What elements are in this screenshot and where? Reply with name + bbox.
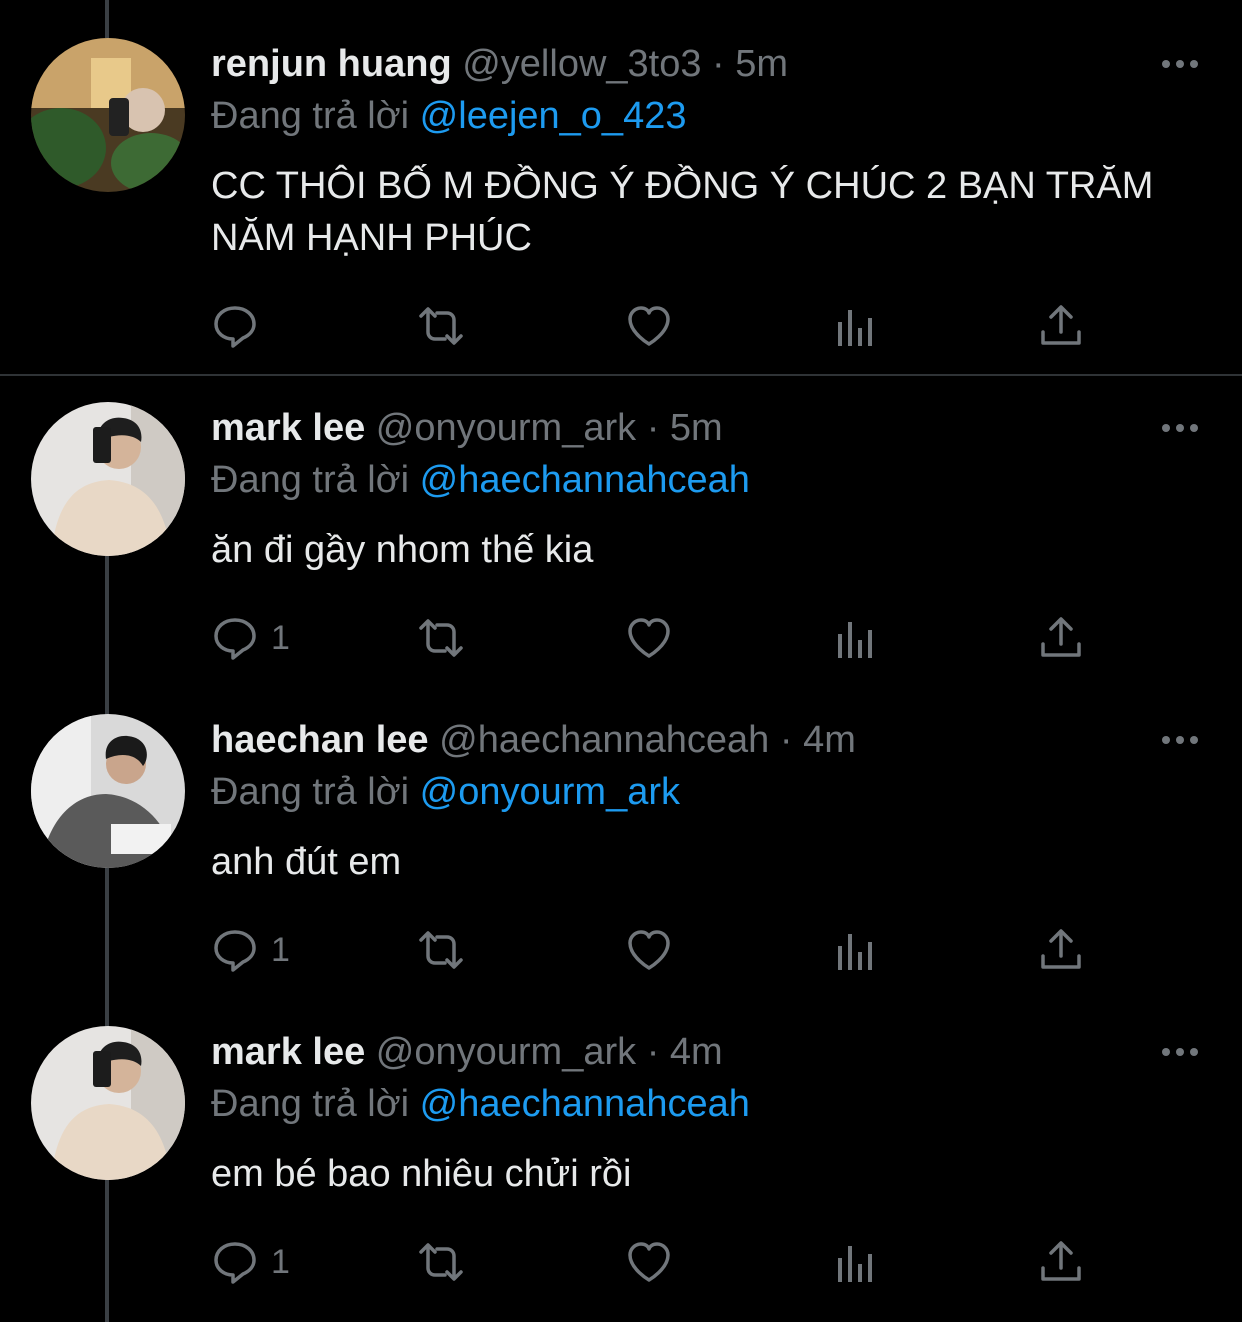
views-button[interactable] <box>832 614 880 662</box>
mention-link[interactable]: @haechannahceah <box>420 1083 750 1125</box>
views-button[interactable] <box>832 302 880 350</box>
replying-to: Đang trả lời @leejen_o_423 <box>211 90 686 142</box>
separator: · <box>779 719 793 761</box>
timestamp[interactable]: 4m <box>670 1031 723 1073</box>
more-horizontal-icon[interactable] <box>1160 420 1200 436</box>
share-button[interactable] <box>1037 1238 1085 1286</box>
tweet[interactable]: mark lee @onyourm_ark · 5m Đang trả lời … <box>0 402 1242 682</box>
tweet-header: mark lee @onyourm_ark · 5m <box>211 402 723 454</box>
share-upload-icon <box>1041 929 1081 969</box>
views-button[interactable] <box>832 926 880 974</box>
replying-to: Đang trả lời @haechannahceah <box>211 1078 750 1130</box>
reply-button[interactable]: 1 <box>211 926 290 974</box>
display-name[interactable]: mark lee <box>211 407 365 449</box>
handle[interactable]: @onyourm_ark <box>376 407 636 449</box>
share-upload-icon <box>1041 1241 1081 1281</box>
replying-to: Đang trả lời @onyourm_ark <box>211 766 680 818</box>
heart-icon <box>628 930 670 970</box>
reply-bubble-icon <box>214 1242 256 1284</box>
timestamp[interactable]: 5m <box>735 43 788 85</box>
replying-to: Đang trả lời @haechannahceah <box>211 454 750 506</box>
share-upload-icon <box>1041 305 1081 345</box>
like-button[interactable] <box>625 614 673 662</box>
tweet-text: ăn đi gầy nhom thế kia <box>211 529 594 571</box>
reply-button[interactable] <box>211 302 271 350</box>
retweet-icon <box>419 931 463 969</box>
share-upload-icon <box>1041 617 1081 657</box>
retweet-button[interactable] <box>417 614 465 662</box>
replying-to-label: Đang trả lời <box>211 459 410 501</box>
retweet-icon <box>419 619 463 657</box>
tweet-header: mark lee @onyourm_ark · 4m <box>211 1026 723 1078</box>
separator: · <box>646 1031 660 1073</box>
tweet[interactable]: mark lee @onyourm_ark · 4m Đang trả lời … <box>0 1026 1242 1316</box>
views-bar-chart-icon <box>838 310 872 346</box>
handle[interactable]: @yellow_3to3 <box>462 43 701 85</box>
retweet-button[interactable] <box>417 926 465 974</box>
display-name[interactable]: mark lee <box>211 1031 365 1073</box>
views-bar-chart-icon <box>838 934 872 970</box>
reply-count: 1 <box>271 930 290 969</box>
avatar[interactable] <box>31 38 185 192</box>
thread-line-top <box>105 0 109 38</box>
more-horizontal-icon[interactable] <box>1160 732 1200 748</box>
like-button[interactable] <box>625 1238 673 1286</box>
reply-bubble-icon <box>214 306 256 348</box>
share-button[interactable] <box>1037 302 1085 350</box>
views-bar-chart-icon <box>838 1246 872 1282</box>
handle[interactable]: @haechannahceah <box>439 719 769 761</box>
tweet-text: anh đút em <box>211 841 402 883</box>
replying-to-label: Đang trả lời <box>211 1083 410 1125</box>
views-button[interactable] <box>832 1238 880 1286</box>
tweet[interactable]: haechan lee @haechannahceah · 4m Đang tr… <box>0 714 1242 994</box>
avatar[interactable] <box>31 714 185 868</box>
avatar[interactable] <box>31 402 185 556</box>
more-horizontal-icon[interactable] <box>1160 56 1200 72</box>
heart-icon <box>628 618 670 658</box>
tweet-header: renjun huang @yellow_3to3 · 5m <box>211 38 788 90</box>
separator: · <box>646 407 660 449</box>
display-name[interactable]: renjun huang <box>211 43 452 85</box>
retweet-button[interactable] <box>417 302 465 350</box>
reply-count: 1 <box>271 1242 290 1281</box>
tweet-divider <box>0 374 1242 376</box>
tweet[interactable]: renjun huang @yellow_3to3 · 5m Đang trả … <box>0 38 1242 368</box>
tweet-actions <box>211 302 1091 350</box>
tweet-text: em bé bao nhiêu chửi rồi <box>211 1153 632 1195</box>
timestamp[interactable]: 5m <box>670 407 723 449</box>
reply-count: 1 <box>271 618 290 657</box>
like-button[interactable] <box>625 926 673 974</box>
like-button[interactable] <box>625 302 673 350</box>
tweet-header: haechan lee @haechannahceah · 4m <box>211 714 856 766</box>
retweet-icon <box>419 307 463 345</box>
timestamp[interactable]: 4m <box>803 719 856 761</box>
tweet-actions: 1 <box>211 926 1091 974</box>
separator: · <box>712 43 725 85</box>
handle[interactable]: @onyourm_ark <box>376 1031 636 1073</box>
mention-link[interactable]: @onyourm_ark <box>420 771 680 813</box>
heart-icon <box>628 306 670 346</box>
reply-bubble-icon <box>214 618 256 660</box>
replying-to-label: Đang trả lời <box>211 771 410 813</box>
reply-button[interactable]: 1 <box>211 614 290 662</box>
mention-link[interactable]: @haechannahceah <box>420 459 750 501</box>
share-button[interactable] <box>1037 926 1085 974</box>
reply-bubble-icon <box>214 930 256 972</box>
tweet-actions: 1 <box>211 1238 1091 1286</box>
more-horizontal-icon[interactable] <box>1160 1044 1200 1060</box>
replying-to-label: Đang trả lời <box>211 95 410 137</box>
views-bar-chart-icon <box>838 622 872 658</box>
mention-link[interactable]: @leejen_o_423 <box>420 95 687 137</box>
avatar[interactable] <box>31 1026 185 1180</box>
heart-icon <box>628 1242 670 1282</box>
tweet-actions: 1 <box>211 614 1091 662</box>
reply-button[interactable]: 1 <box>211 1238 290 1286</box>
share-button[interactable] <box>1037 614 1085 662</box>
tweet-text: CC THÔI BỐ M ĐỒNG Ý ĐỒNG Ý CHÚC 2 BẠN TR… <box>211 165 1154 259</box>
retweet-button[interactable] <box>417 1238 465 1286</box>
display-name[interactable]: haechan lee <box>211 719 429 761</box>
retweet-icon <box>419 1243 463 1281</box>
